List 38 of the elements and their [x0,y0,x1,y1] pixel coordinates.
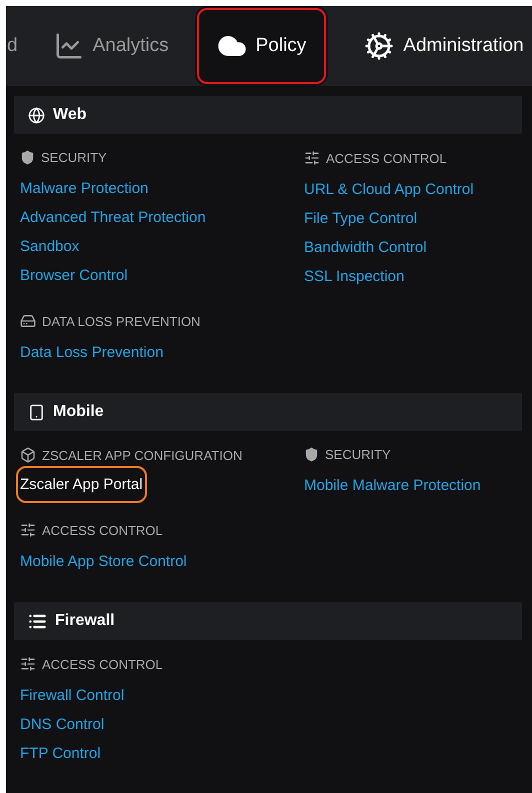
sliders-icon [304,150,320,166]
policy-link[interactable]: Browser Control [20,261,128,290]
sliders-icon [20,656,36,672]
group-heading: SECURITY [41,150,107,165]
policy-link[interactable]: Malware Protection [20,174,148,203]
policy-link[interactable]: Firewall Control [20,681,124,710]
group-heading: ZSCALER APP CONFIGURATION [42,448,242,462]
group-heading: ACCESS CONTROL [326,150,447,166]
policy-link[interactable]: URL & Cloud App Control [304,175,474,204]
group-heading: DATA LOSS PREVENTION [42,314,200,328]
policy-link[interactable]: Mobile App Store Control [20,547,187,576]
globe-icon [28,106,45,124]
group-heading: ACCESS CONTROL [42,656,163,672]
section-title: Web [53,106,86,124]
nav-tab[interactable]: Analytics [18,6,183,86]
policy-link[interactable]: DNS Control [20,710,104,739]
policy-link[interactable]: Data Loss Prevention [20,338,164,367]
shield-icon [304,447,319,462]
policy-link[interactable]: Mobile Malware Protection [304,471,481,500]
nav-tab[interactable]: Administration [328,6,532,86]
policy-link[interactable]: Sandbox [20,232,80,261]
hard-drive-icon [20,313,36,329]
nav-tab[interactable]: Policy [194,6,328,86]
cube-icon [20,447,36,463]
nav-tab[interactable]: d [7,6,18,86]
shield-icon [20,150,35,165]
policy-link[interactable]: Advanced Threat Protection [20,203,206,232]
section-title: Firewall [55,612,115,630]
sliders-icon [20,522,36,538]
line-chart-icon [54,31,84,61]
policy-link[interactable]: SSL Inspection [304,262,404,291]
policy-link[interactable]: File Type Control [304,204,418,233]
policy-link[interactable]: Bandwidth Control [304,233,427,262]
group-heading: ACCESS CONTROL [42,522,163,538]
policy-link[interactable]: FTP Control [20,739,101,768]
tablet-icon [28,404,45,420]
section-title: Mobile [53,403,104,421]
group-heading: SECURITY [325,447,391,462]
